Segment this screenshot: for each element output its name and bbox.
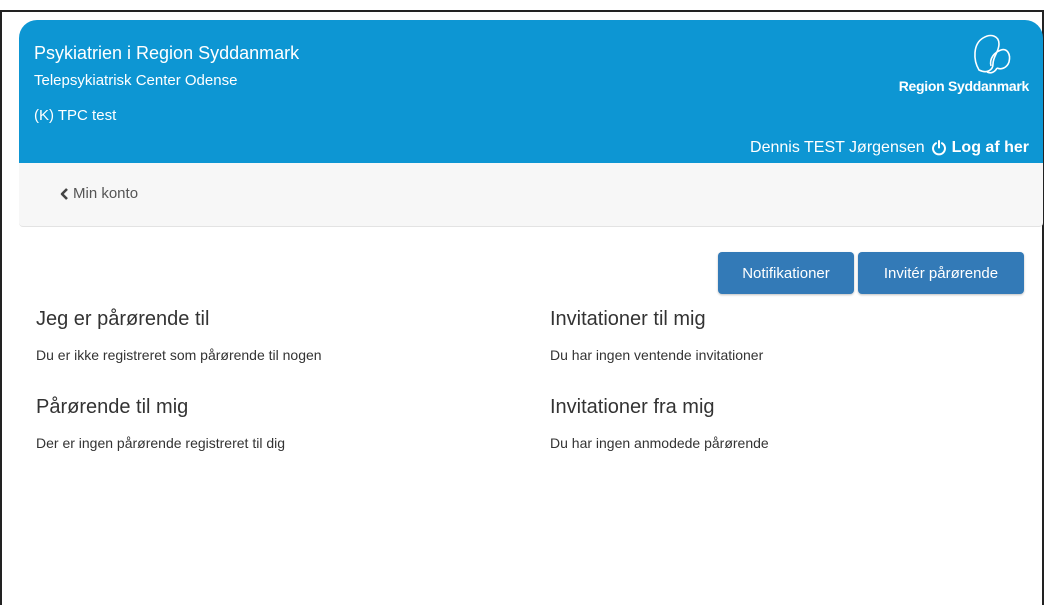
power-icon (931, 140, 946, 156)
logo-text: Region Syddanmark (898, 78, 1030, 94)
section-title-invitations-from-me: Invitationer fra mig (550, 396, 715, 418)
sub-navigation: Min konto (19, 163, 1043, 227)
back-link-label: Min konto (73, 185, 139, 202)
chevron-left-icon (60, 187, 68, 200)
region-logo-icon (974, 34, 1011, 74)
section-title-relative-of: Jeg er pårørende til (36, 308, 210, 330)
user-name: Dennis TEST Jørgensen (750, 139, 925, 156)
region-logo: Region Syddanmark (889, 30, 1029, 100)
user-bar: Dennis TEST Jørgensen Log af her (750, 139, 1029, 157)
section-text-relatives-of-me: Der er ingen pårørende registreret til d… (36, 435, 286, 451)
site-header: Psykiatrien i Region Syddanmark Telepsyk… (19, 20, 1043, 163)
logout-label: Log af her (951, 139, 1029, 156)
section-title-invitations-to-me: Invitationer til mig (550, 308, 706, 330)
unit-name: (K) TPC test (34, 107, 117, 124)
center-name: Telepsykiatrisk Center Odense (34, 72, 238, 89)
section-title-relatives-of-me: Pårørende til mig (36, 396, 189, 418)
section-text-invitations-to-me: Du har ingen ventende invitationer (550, 347, 764, 363)
notifications-button[interactable]: Notifikationer (718, 252, 854, 294)
back-link-min-konto[interactable]: Min konto (59, 185, 138, 202)
section-text-relative-of: Du er ikke registreret som pårørende til… (36, 347, 322, 363)
invite-relative-button[interactable]: Invitér pårørende (858, 252, 1024, 294)
logout-link[interactable]: Log af her (931, 139, 1029, 157)
section-text-invitations-from-me: Du har ingen anmodede pårørende (550, 435, 769, 451)
organization-title: Psykiatrien i Region Syddanmark (34, 43, 300, 63)
